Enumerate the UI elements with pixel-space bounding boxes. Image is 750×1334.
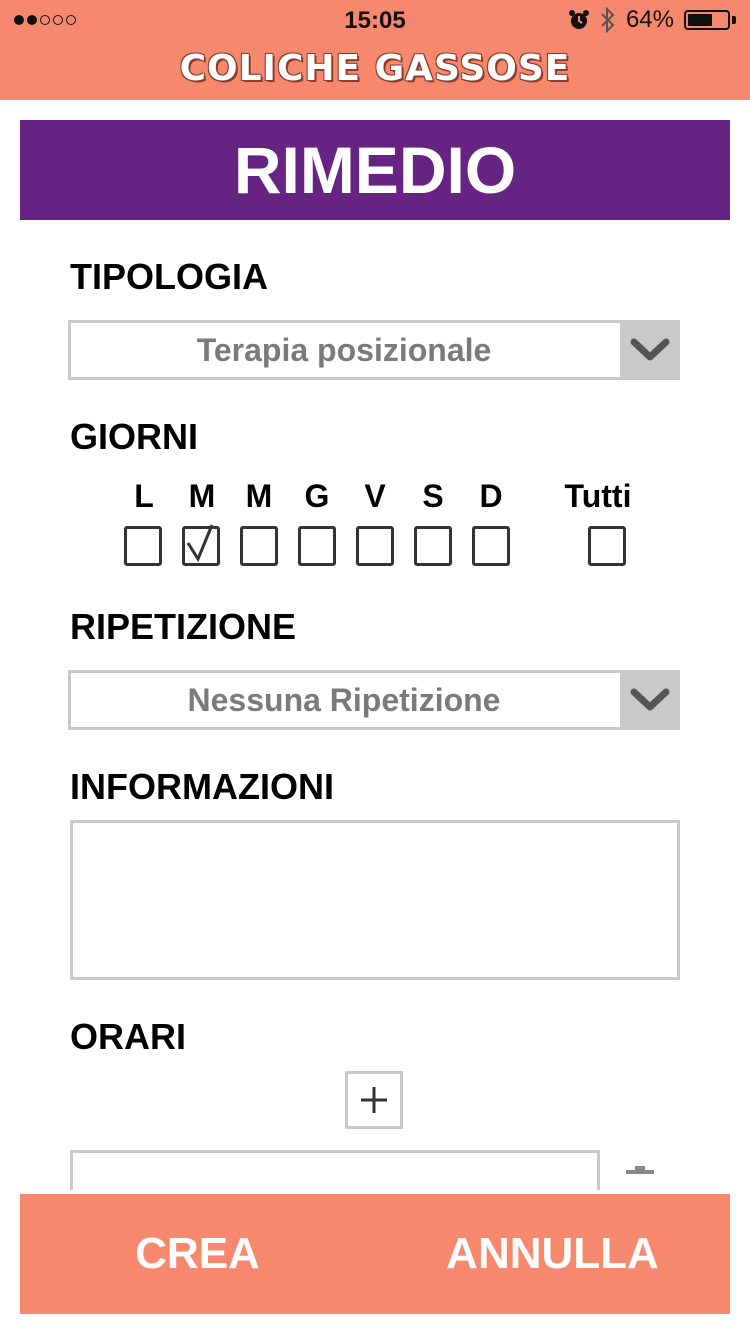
trash-icon[interactable] bbox=[624, 1166, 656, 1178]
battery-percent: 64% bbox=[625, 6, 674, 33]
app-title: COLICHE GASSOSE bbox=[179, 48, 571, 89]
alarm-icon bbox=[568, 10, 589, 29]
create-button[interactable]: CREA bbox=[20, 1194, 375, 1314]
footer-bar: CREA ANNULLA bbox=[20, 1194, 730, 1314]
status-right: 64% bbox=[568, 6, 736, 34]
chevron-down-icon[interactable] bbox=[620, 670, 680, 730]
tipologia-select[interactable]: Terapia posizionale bbox=[68, 320, 680, 380]
day-label: G bbox=[304, 478, 330, 514]
day-checkbox[interactable] bbox=[240, 526, 278, 566]
day-label: M bbox=[188, 478, 216, 514]
informazioni-textarea[interactable] bbox=[70, 820, 680, 980]
day-checkbox[interactable] bbox=[298, 526, 336, 566]
giorni-label: GIORNI bbox=[70, 416, 199, 457]
add-time-button[interactable] bbox=[345, 1071, 403, 1129]
cancel-button[interactable]: ANNULLA bbox=[375, 1194, 730, 1314]
day-label: D bbox=[479, 478, 503, 514]
day-checkbox[interactable] bbox=[472, 526, 510, 566]
chevron-down-icon[interactable] bbox=[620, 320, 680, 380]
battery-cap bbox=[732, 16, 736, 24]
all-days-label: Tutti bbox=[564, 478, 632, 514]
day-checkbox[interactable] bbox=[356, 526, 394, 566]
tipologia-value: Terapia posizionale bbox=[196, 331, 492, 368]
banner-title: RIMEDIO bbox=[233, 133, 517, 207]
status-bar: 15:05 64% bbox=[0, 0, 750, 40]
section-banner: RIMEDIO bbox=[20, 120, 730, 220]
day-checkbox[interactable] bbox=[124, 526, 162, 566]
day-label: V bbox=[364, 478, 386, 514]
ripetizione-label: RIPETIZIONE bbox=[70, 606, 297, 647]
plus-icon bbox=[361, 1087, 387, 1113]
ripetizione-value: Nessuna Ripetizione bbox=[187, 681, 501, 718]
checkmark-icon bbox=[186, 524, 214, 563]
day-label: M bbox=[245, 478, 273, 514]
informazioni-label: INFORMAZIONI bbox=[70, 766, 334, 807]
day-label: L bbox=[134, 478, 154, 514]
ripetizione-select[interactable]: Nessuna Ripetizione bbox=[68, 670, 680, 730]
day-checkbox[interactable] bbox=[414, 526, 452, 566]
all-days-checkbox[interactable] bbox=[588, 526, 626, 566]
battery-fill bbox=[688, 14, 712, 26]
bluetooth-icon bbox=[601, 7, 615, 33]
battery-icon bbox=[684, 10, 730, 30]
orari-label: ORARI bbox=[70, 1016, 186, 1057]
time-entry-field[interactable] bbox=[70, 1150, 600, 1190]
day-label: S bbox=[422, 478, 444, 514]
day-checkbox[interactable] bbox=[182, 524, 220, 566]
tipologia-label: TIPOLOGIA bbox=[70, 256, 268, 297]
